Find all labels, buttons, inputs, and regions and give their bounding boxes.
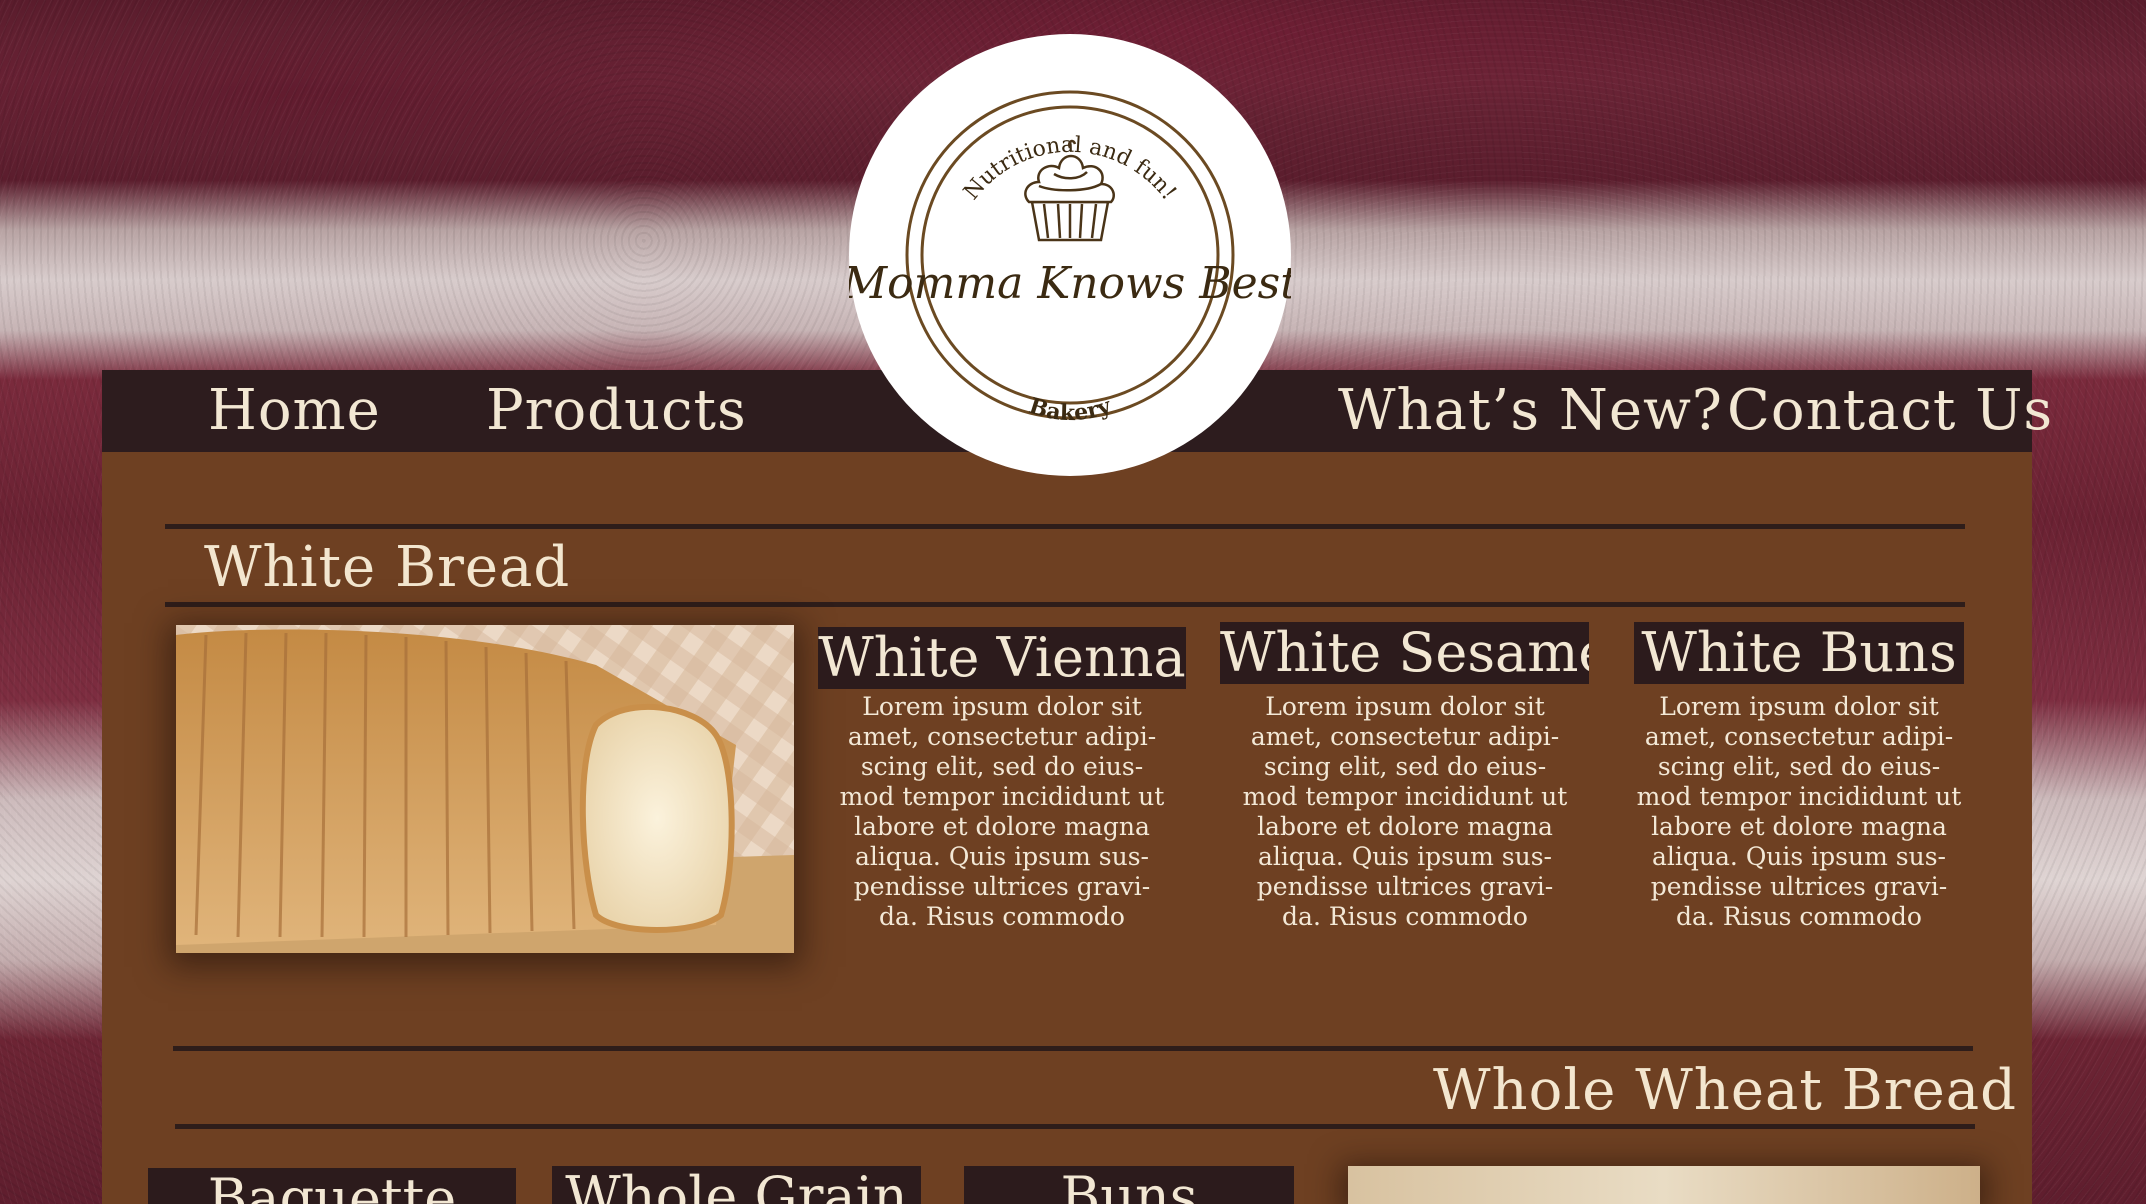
white-bread-photo [176, 625, 794, 953]
bakery-logo[interactable]: Nutritional and fun! Momma Knows Best Ba… [849, 34, 1291, 476]
nav-home-link[interactable]: Home [208, 370, 381, 452]
section-title-white-bread: White Bread [204, 535, 571, 600]
product-title-white-vienna[interactable]: White Vienna [818, 627, 1186, 689]
section-divider-top-wheat [173, 1046, 1973, 1051]
logo-name: Momma Knows Best [849, 258, 1291, 309]
product-desc-white-buns: Lorem ipsum dolor sit amet, consectetur … [1636, 692, 1962, 931]
section-divider-bottom-wheat [175, 1124, 1975, 1129]
product-desc-white-vienna: Lorem ipsum dolor sit amet, consectetur … [839, 692, 1165, 931]
nav-whats-new-link[interactable]: What’s New? [1338, 370, 1723, 452]
product-desc-white-sesame: Lorem ipsum dolor sit amet, consectetur … [1242, 692, 1568, 931]
product-title-white-sesame[interactable]: White Sesame [1220, 622, 1589, 684]
product-title-buns[interactable]: Buns [964, 1166, 1294, 1204]
section-divider-bottom [165, 602, 1965, 607]
nav-contact-link[interactable]: Contact Us [1727, 370, 2053, 452]
product-title-white-buns[interactable]: White Buns [1634, 622, 1964, 684]
section-divider-top [165, 524, 1965, 529]
product-title-baguette[interactable]: Baguette [148, 1168, 516, 1204]
product-title-whole-grain[interactable]: Whole Grain [552, 1166, 921, 1204]
section-title-whole-wheat: Whole Wheat Bread [1433, 1058, 2017, 1123]
whole-wheat-photo [1348, 1166, 1980, 1204]
logo-bakery-text: Bakery [1026, 392, 1116, 426]
nav-products-link[interactable]: Products [486, 370, 747, 452]
logo-graphic: Nutritional and fun! Momma Knows Best Ba… [849, 90, 1291, 426]
